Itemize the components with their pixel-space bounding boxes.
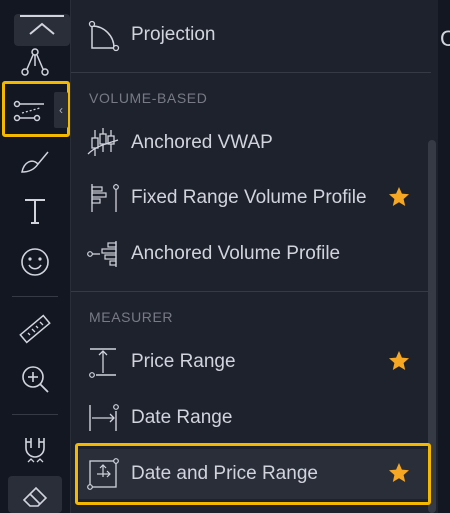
zoom-in-icon (22, 366, 49, 393)
magnet-icon (25, 438, 45, 463)
patterns-icon (21, 48, 49, 76)
magnet-tool-button[interactable] (8, 428, 62, 470)
favorite-star-icon[interactable] (387, 185, 411, 209)
anchored-vwap-icon (83, 123, 123, 163)
menu-item-price-range[interactable]: Price Range (79, 337, 429, 387)
anchored-volume-profile-icon (83, 234, 123, 274)
section-header-measurer: MEASURER (89, 309, 174, 325)
toolbar-separator (12, 414, 58, 415)
chart-header-fragment: C (440, 26, 450, 51)
menu-item-label: Price Range (131, 351, 236, 372)
chart-area-edge: C (438, 0, 450, 513)
trend-tools-dropdown: Projection VOLUME-BASED Anchored VWAP Fi… (70, 0, 438, 513)
section-divider (71, 72, 431, 73)
menu-item-fixed-range-volume-profile[interactable]: Fixed Range Volume Profile (79, 173, 429, 223)
emoji-icon (21, 248, 49, 276)
drawing-toolbar: ‹ (0, 0, 70, 513)
section-header-volume-based: VOLUME-BASED (89, 90, 208, 106)
eraser-icon (22, 486, 48, 507)
text-tool-button[interactable] (8, 190, 62, 232)
submenu-collapse-arrow[interactable]: ‹ (54, 92, 68, 128)
date-range-icon (83, 398, 123, 438)
projection-icon (83, 15, 123, 55)
brush-tool-button[interactable] (8, 140, 62, 182)
ruler-icon (19, 314, 51, 344)
menu-item-label: Date Range (131, 407, 233, 428)
zoom-in-button[interactable] (8, 358, 62, 400)
emoji-tool-button[interactable] (8, 241, 62, 283)
price-range-icon (83, 342, 123, 382)
menu-item-label: Fixed Range Volume Profile (131, 187, 367, 208)
ruler-tool-button[interactable] (8, 308, 62, 350)
chevron-left-icon: ‹ (59, 103, 63, 117)
fixed-range-volume-profile-icon (83, 178, 123, 218)
menu-item-projection[interactable]: Projection (79, 10, 429, 60)
trend-lines-tool-button[interactable] (6, 88, 52, 130)
patterns-tool-button[interactable] (8, 42, 62, 84)
menu-item-label: Anchored VWAP (131, 132, 273, 153)
selected-item-highlight (75, 443, 431, 505)
menu-item-label: Anchored Volume Profile (131, 243, 341, 264)
favorite-star-icon[interactable] (387, 349, 411, 373)
text-tool-icon (25, 199, 45, 224)
menu-item-label: Projection (131, 24, 216, 45)
section-divider (71, 291, 431, 292)
toolbar-separator (12, 296, 58, 297)
eraser-tool-button[interactable] (8, 476, 62, 513)
trend-lines-tool-icon (13, 100, 44, 122)
menu-item-anchored-vwap[interactable]: Anchored VWAP (79, 118, 429, 168)
menu-item-date-range[interactable]: Date Range (79, 393, 429, 443)
brush-icon (21, 151, 49, 173)
menu-item-anchored-volume-profile[interactable]: Anchored Volume Profile (79, 229, 429, 279)
